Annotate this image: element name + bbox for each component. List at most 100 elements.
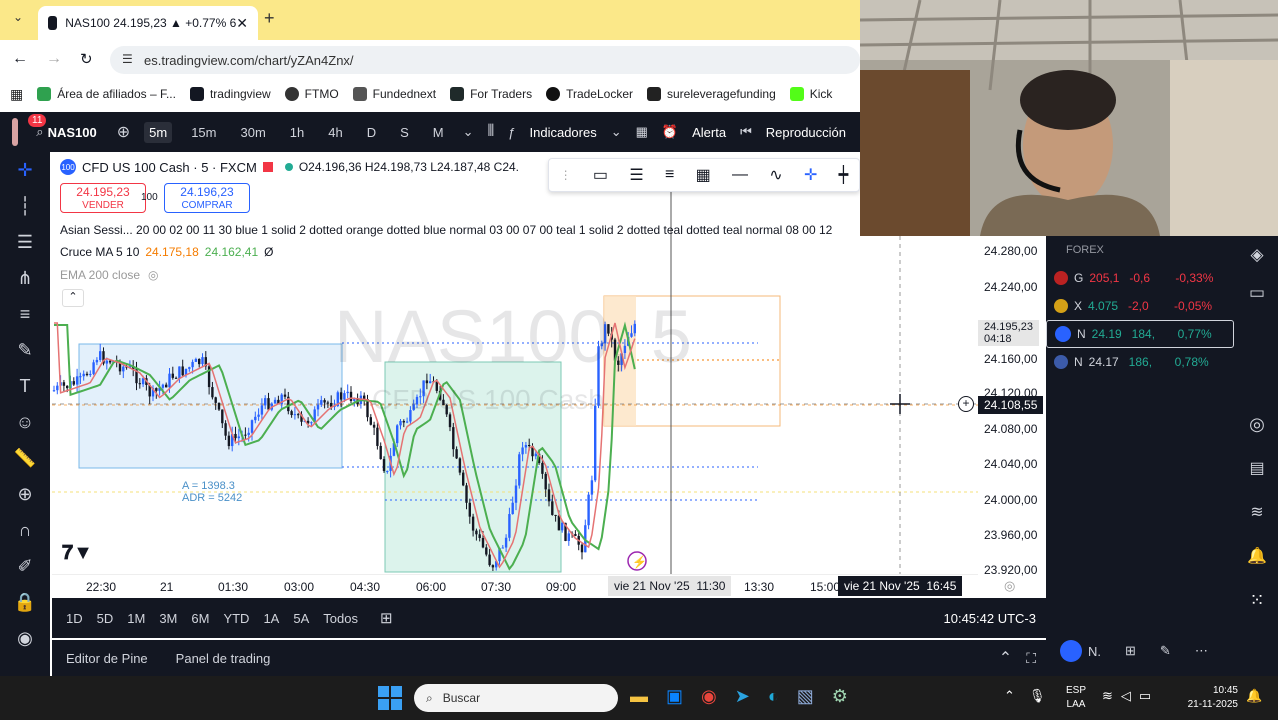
wave-icon[interactable]: ∿ — [769, 165, 782, 185]
maximize-panel-icon[interactable]: ⛶ — [1026, 650, 1036, 667]
flag-icon[interactable] — [262, 162, 273, 172]
alert-icon[interactable]: ⏰ — [662, 124, 678, 140]
bookmark-tradelocker[interactable]: TradeLocker — [546, 87, 633, 101]
file-explorer-icon[interactable]: ▬ — [630, 686, 648, 707]
drag-handle-icon[interactable]: ⋮ — [560, 168, 572, 182]
tf-5m[interactable]: 5m — [144, 121, 173, 143]
tf-d[interactable]: D — [362, 122, 381, 143]
vertical-line-icon[interactable]: ┿ — [839, 165, 849, 185]
reset-scale-icon[interactable]: ◎ — [1004, 578, 1015, 594]
settings-app-icon[interactable]: ⚙ — [832, 686, 848, 707]
price-axis[interactable]: 24.280,00 24.240,00 24.195,23 04:18 24.16… — [978, 236, 1044, 577]
trend-line-icon[interactable]: ☰ — [0, 224, 50, 260]
address-bar[interactable]: ☰ es.tradingview.com/chart/yZAn4Znx/ — [110, 46, 860, 74]
bookmark-fundednext[interactable]: Fundednext — [352, 87, 436, 101]
lines-icon[interactable]: ☰ — [629, 165, 643, 185]
forward-icon[interactable]: → — [46, 50, 62, 68]
watchlist-row-selected[interactable]: N 24.19 184, 0,77% — [1046, 320, 1234, 348]
range-1m[interactable]: 1M — [127, 611, 145, 626]
text-icon[interactable]: T — [0, 368, 50, 404]
tf-dropdown-icon[interactable]: ⌄ — [463, 124, 474, 140]
replay-icon[interactable]: ⏮ — [740, 124, 752, 140]
watchlist-row[interactable]: N 24.17 186, 0,78% — [1046, 348, 1236, 376]
tf-m[interactable]: M — [428, 122, 449, 143]
alert-button[interactable]: Alerta — [692, 125, 726, 140]
close-tab-icon[interactable]: ✕ — [236, 15, 248, 32]
bookmark-affiliates[interactable]: Área de afiliados – F... — [37, 87, 176, 101]
horizontal-line-icon[interactable]: — — [732, 166, 748, 184]
range-5d[interactable]: 5D — [97, 611, 114, 626]
eye-icon[interactable]: ◉ — [0, 620, 50, 656]
language-indicator[interactable]: ESP LAA — [1066, 684, 1086, 712]
pitchfork-icon[interactable]: ⋔ — [0, 260, 50, 296]
telegram-icon[interactable]: ➤ — [735, 686, 750, 707]
bell-icon[interactable]: 🔔 — [1236, 534, 1278, 578]
bookmark-ftmo[interactable]: FTMO — [284, 87, 339, 101]
grid-icon[interactable]: ▦ — [696, 165, 711, 185]
layout-icon[interactable]: ⊞ — [1125, 643, 1136, 659]
settings-lines-icon[interactable]: ≡ — [665, 166, 674, 184]
bookmark-tradingview[interactable]: tradingview — [189, 87, 271, 101]
range-ytd[interactable]: YTD — [223, 611, 249, 626]
tf-1h[interactable]: 1h — [285, 122, 309, 143]
range-5a[interactable]: 5A — [293, 611, 309, 626]
taskbar-search[interactable]: ⌕ Buscar — [414, 684, 618, 712]
layouts-icon[interactable]: ▦ — [636, 124, 648, 140]
watchlist-row[interactable]: X 4.075 -2,0 -0,05% — [1046, 292, 1236, 320]
chart-type-icon[interactable]: ⫴ — [488, 123, 495, 141]
hidden-eye-icon[interactable]: ◎ — [148, 268, 158, 282]
bookmark-for-traders[interactable]: For Traders — [450, 87, 532, 101]
crosshair-tool-icon[interactable]: ✛ — [804, 165, 817, 185]
tf-15m[interactable]: 15m — [186, 122, 221, 143]
fib-icon[interactable]: ≡ — [0, 296, 50, 332]
legend-title[interactable]: CFD US 100 Cash · 5 · FXCM — [82, 160, 257, 175]
pine-editor-tab[interactable]: Editor de Pine — [66, 651, 148, 666]
bookmark-kick[interactable]: Kick — [789, 87, 832, 101]
trading-panel-tab[interactable]: Panel de trading — [176, 651, 271, 666]
ma-indicator[interactable]: Cruce MA 5 10 24.175,18 24.162,41 Ø — [60, 245, 274, 259]
zoom-icon[interactable]: ⊕ — [0, 476, 50, 512]
clock[interactable]: 10:45:42 UTC-3 — [944, 611, 1037, 626]
add-symbol-icon[interactable]: ⊕ — [117, 122, 130, 142]
feed-icon[interactable]: ≋ — [1236, 490, 1278, 534]
app-icon[interactable]: ▧ — [797, 686, 814, 707]
mic-icon[interactable]: 🎙 — [1029, 688, 1046, 704]
cursor-icon[interactable]: ┆ — [0, 188, 50, 224]
site-info-icon[interactable]: ☰ — [122, 52, 133, 66]
footer-symbol[interactable]: N. — [1060, 640, 1101, 662]
indicators-dropdown-icon[interactable]: ⌄ — [611, 124, 622, 140]
watchlist-row[interactable]: G 205,1 -0,6 -0,33% — [1046, 264, 1236, 292]
tf-s[interactable]: S — [395, 122, 414, 143]
taskbar-clock[interactable]: 10:45 21-11-2025 — [1176, 684, 1238, 712]
collapse-panel-icon[interactable]: ⌃ — [999, 648, 1012, 668]
rectangle-icon[interactable]: ▭ — [593, 165, 608, 185]
crosshair-icon[interactable]: ✛ — [0, 152, 50, 188]
start-icon[interactable] — [378, 686, 402, 710]
tf-4h[interactable]: 4h — [323, 122, 347, 143]
range-6m[interactable]: 6M — [191, 611, 209, 626]
back-icon[interactable]: ← — [12, 50, 28, 68]
emoji-icon[interactable]: ☺ — [0, 404, 50, 440]
time-axis[interactable]: 22:30 21 01:30 03:00 04:30 06:00 07:30 0… — [52, 574, 1044, 598]
chrome-icon[interactable]: ◉ — [701, 686, 717, 707]
sell-button[interactable]: 24.195,23 VENDER — [60, 183, 146, 213]
store-icon[interactable]: ▣ — [666, 686, 683, 707]
ruler-icon[interactable]: 📏 — [0, 440, 50, 476]
range-1a[interactable]: 1A — [263, 611, 279, 626]
range-all[interactable]: Todos — [323, 611, 358, 626]
replay-button[interactable]: Reproducción — [766, 125, 846, 140]
browser-tab[interactable]: NAS100 24.195,23 ▲ +0.77% 6 ✕ — [38, 6, 258, 40]
reload-icon[interactable]: ↻ — [80, 50, 93, 68]
indicators-icon[interactable]: ƒ — [508, 125, 515, 140]
apps-grid-icon[interactable]: ⁙ — [1236, 578, 1278, 622]
tray-expand-icon[interactable]: ⌃ — [1004, 688, 1015, 704]
range-1d[interactable]: 1D — [66, 611, 83, 626]
calendar-icon[interactable]: ▤ — [1236, 446, 1278, 490]
more-icon[interactable]: ⋯ — [1195, 643, 1208, 659]
watchlist-icon[interactable]: ◈ — [1236, 236, 1278, 274]
ema-indicator[interactable]: EMA 200 close ◎ — [60, 268, 159, 282]
tf-30m[interactable]: 30m — [235, 122, 270, 143]
symbol-name[interactable]: NAS100 — [48, 125, 97, 140]
collapse-legend-icon[interactable]: ⌃ — [62, 289, 84, 307]
buy-button[interactable]: 24.196,23 COMPRAR — [164, 183, 250, 213]
